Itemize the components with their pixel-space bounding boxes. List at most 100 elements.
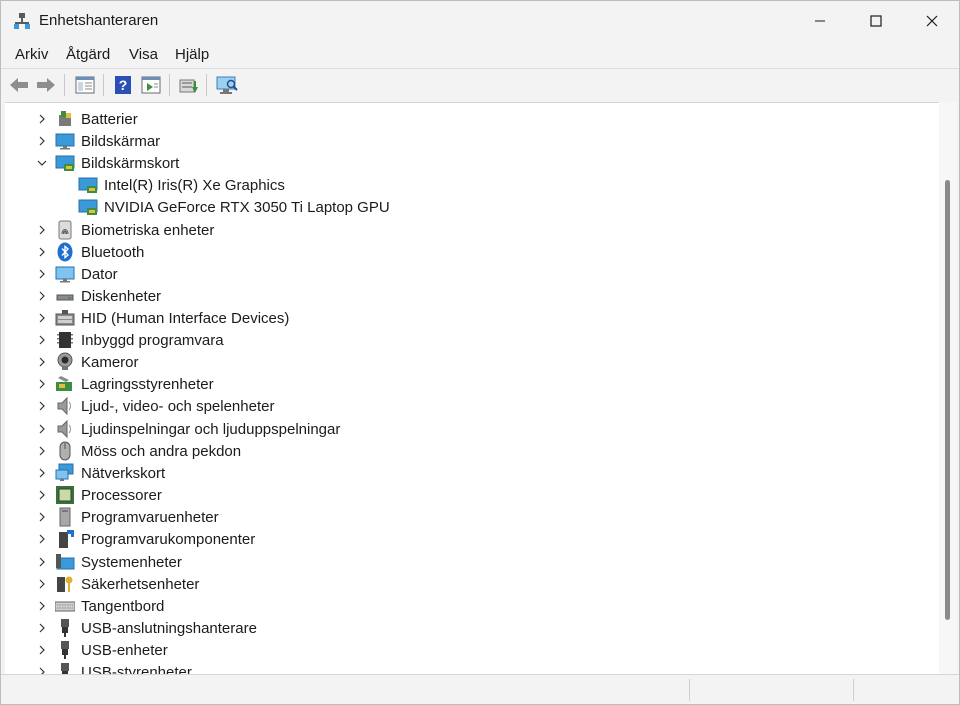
tree-node-tangentbord[interactable]: Tangentbord (5, 595, 935, 617)
storage-controller-icon (56, 376, 72, 391)
tree-node-usb-anslutningshanterare[interactable]: USB-anslutningshanterare (5, 617, 935, 639)
title-bar[interactable]: Enhetshanteraren (1, 1, 959, 41)
chevron-right-icon[interactable] (36, 578, 48, 590)
chevron-right-icon[interactable] (36, 312, 48, 324)
toolbar: ? (1, 68, 959, 100)
forward-icon (37, 78, 55, 92)
window-title: Enhetshanteraren (39, 12, 159, 29)
tree-node-programvaruenheter[interactable]: Programvaruenheter (5, 506, 935, 528)
chevron-right-icon[interactable] (36, 511, 48, 523)
tree-node-sakerhetsenheter[interactable]: Säkerhetsenheter (5, 573, 935, 595)
minimize-button[interactable] (791, 1, 849, 41)
forward-button[interactable] (34, 73, 58, 97)
tree-node-usb-styrenheter[interactable]: USB-styrenheter (5, 661, 935, 674)
status-bar (1, 674, 959, 704)
properties-button[interactable] (139, 73, 163, 97)
chevron-right-icon[interactable] (36, 246, 48, 258)
status-divider (853, 679, 854, 701)
chevron-right-icon[interactable] (36, 556, 48, 568)
tree-node-bildskarmskort[interactable]: Bildskärmskort (5, 152, 935, 174)
tree-node-programvarukomponenter[interactable]: Programvarukomponenter (5, 528, 935, 550)
tree-node-lagringsstyrenheter[interactable]: Lagringsstyrenheter (5, 373, 935, 395)
tree-node-processorer[interactable]: Processorer (5, 484, 935, 506)
speaker-icon (57, 419, 71, 439)
scan-hardware-button[interactable] (215, 73, 239, 97)
tree-label: Ljud-, video- och spelenheter (81, 397, 275, 415)
mouse-icon (59, 441, 71, 461)
tree-node-hid[interactable]: HID (Human Interface Devices) (5, 307, 935, 329)
maximize-button[interactable] (847, 1, 905, 41)
close-button[interactable] (903, 1, 960, 41)
scan-hardware-icon (216, 76, 238, 94)
menu-visa[interactable]: Visa (129, 46, 158, 63)
tree-node-kameror[interactable]: Kameror (5, 351, 935, 373)
tree-node-bluetooth[interactable]: Bluetooth (5, 241, 935, 263)
tree-node-usb-enheter[interactable]: USB-enheter (5, 639, 935, 661)
tree-label: Nätverkskort (81, 464, 166, 482)
chevron-right-icon[interactable] (36, 113, 48, 125)
tree-node-systemenheter[interactable]: Systemenheter (5, 551, 935, 573)
chevron-down-icon[interactable] (36, 157, 48, 169)
chevron-right-icon[interactable] (36, 378, 48, 390)
firmware-chip-icon (57, 332, 73, 348)
menu-bar: Arkiv Åtgärd Visa Hjälp (1, 41, 959, 68)
chevron-right-icon[interactable] (36, 356, 48, 368)
tree-node-dator[interactable]: Dator (5, 263, 935, 285)
tree-node-intel-gpu[interactable]: Intel(R) Iris(R) Xe Graphics (5, 174, 935, 196)
show-hide-console-tree-button[interactable] (73, 73, 97, 97)
chevron-right-icon[interactable] (36, 622, 48, 634)
scrollbar-thumb[interactable] (945, 180, 950, 620)
tree-label: HID (Human Interface Devices) (81, 309, 290, 327)
tree-label: NVIDIA GeForce RTX 3050 Ti Laptop GPU (104, 198, 390, 216)
vertical-scrollbar[interactable] (939, 102, 957, 674)
update-driver-icon (179, 79, 198, 93)
tree-node-batterier[interactable]: Batterier (5, 108, 935, 130)
usb-plug-icon (61, 619, 69, 637)
back-icon (10, 78, 28, 92)
bluetooth-icon (57, 242, 73, 262)
device-manager-window: Enhetshanteraren Arkiv Åtgärd Visa Hjälp (0, 0, 960, 705)
chevron-right-icon[interactable] (36, 489, 48, 501)
menu-arkiv[interactable]: Arkiv (15, 46, 48, 63)
chevron-right-icon[interactable] (36, 533, 48, 545)
tree-node-diskenheter[interactable]: Diskenheter (5, 285, 935, 307)
help-button[interactable]: ? (111, 73, 135, 97)
tree-label: Dator (81, 265, 118, 283)
tree-node-ljudinspelningar[interactable]: Ljudinspelningar och ljuduppspelningar (5, 418, 935, 440)
chevron-right-icon[interactable] (36, 423, 48, 435)
tree-node-natverkskort[interactable]: Nätverkskort (5, 462, 935, 484)
tree-node-ljud-video-spel[interactable]: Ljud-, video- och spelenheter (5, 395, 935, 417)
chevron-right-icon[interactable] (36, 334, 48, 346)
chevron-right-icon[interactable] (36, 290, 48, 302)
tree-label: Systemenheter (81, 553, 182, 571)
minimize-icon (815, 20, 825, 22)
chevron-right-icon[interactable] (36, 135, 48, 147)
chevron-right-icon[interactable] (36, 224, 48, 236)
chevron-right-icon[interactable] (36, 400, 48, 412)
maximize-icon (870, 15, 882, 27)
svg-text:?: ? (119, 77, 128, 93)
tree-label: Bildskärmar (81, 132, 161, 150)
update-driver-button[interactable] (177, 73, 201, 97)
system-device-icon (56, 554, 75, 570)
close-icon (926, 15, 938, 27)
menu-hjalp[interactable]: Hjälp (175, 46, 209, 63)
tree-node-inbyggd-programvara[interactable]: Inbyggd programvara (5, 329, 935, 351)
menu-atgard[interactable]: Åtgärd (66, 46, 110, 63)
software-component-icon (59, 530, 74, 548)
chevron-right-icon[interactable] (36, 445, 48, 457)
tree-node-bildskarmar[interactable]: Bildskärmar (5, 130, 935, 152)
chevron-right-icon[interactable] (36, 666, 48, 674)
disk-drive-icon (56, 294, 74, 301)
chevron-right-icon[interactable] (36, 268, 48, 280)
tree-node-moss-pekdon[interactable]: Möss och andra pekdon (5, 440, 935, 462)
hid-icon (55, 310, 75, 326)
speaker-icon (57, 396, 71, 416)
chevron-right-icon[interactable] (36, 467, 48, 479)
chevron-right-icon[interactable] (36, 644, 48, 656)
back-button[interactable] (7, 73, 31, 97)
chevron-right-icon[interactable] (36, 600, 48, 612)
tree-node-nvidia-gpu[interactable]: NVIDIA GeForce RTX 3050 Ti Laptop GPU (5, 196, 935, 218)
tree-node-biometriska-enheter[interactable]: Biometriska enheter (5, 219, 935, 241)
properties-icon (141, 76, 161, 94)
